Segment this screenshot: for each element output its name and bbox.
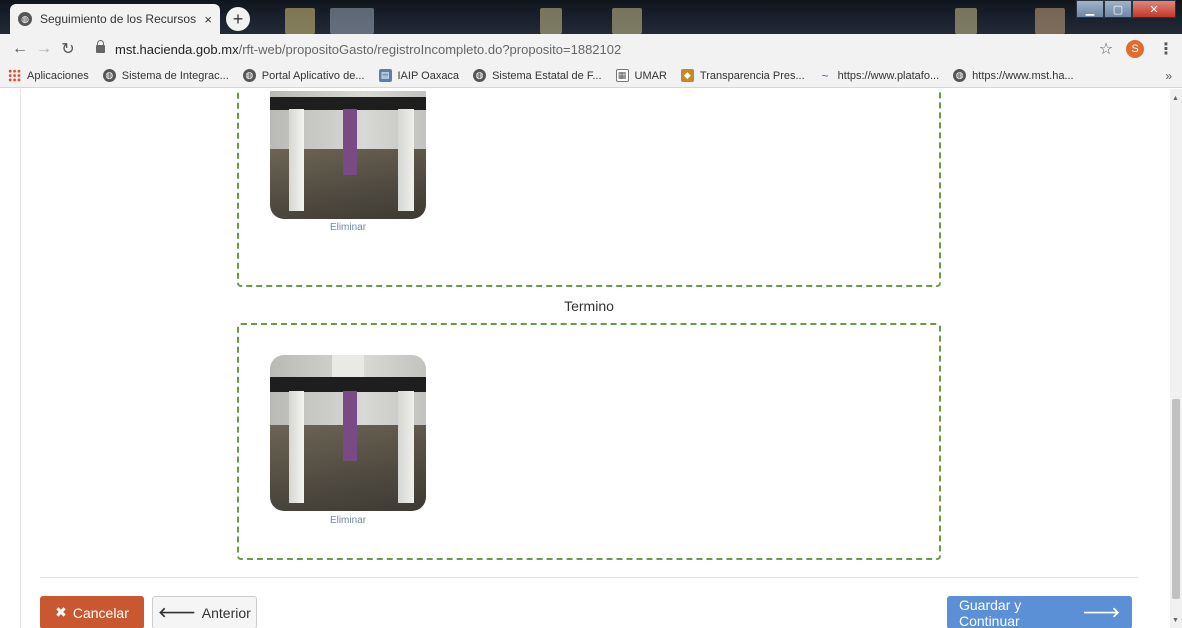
taskbar-thumbnail [955,8,977,34]
bookmark-label: Portal Aplicativo de... [261,69,365,82]
scroll-down-icon[interactable]: ▼ [1172,617,1179,624]
bookmark-item[interactable]: ◍ https://www.mst.ha... [953,69,1074,82]
browser-tab-active[interactable]: ◍ Seguimiento de los Recursos Fe × [10,4,220,34]
calendar-icon: ▦ [615,69,629,82]
globe-icon: ◍ [953,69,967,82]
back-arrow-icon[interactable]: ← [8,40,32,58]
swoosh-icon: ~ [821,68,829,83]
window-controls: ▁ ▢ ✕ [1076,0,1176,18]
url-input[interactable]: mst.hacienda.gob.mx/rft-web/propositoGas… [90,37,1094,61]
bookmark-item[interactable]: ▦ UMAR [615,69,667,82]
bookmark-item[interactable]: ▤ IAIP Oaxaca [378,69,460,82]
bookmark-label: Sistema de Integrac... [121,69,229,82]
window-close-icon[interactable]: ✕ [1132,0,1176,18]
apps-icon [8,69,21,82]
page-content: Eliminar Termino Eliminar ✖ Cancelar 🡐 A… [0,89,1170,628]
bookmark-label: Aplicaciones [27,69,89,82]
scrollbar-thumb[interactable] [1172,399,1180,599]
section-title-termino: Termino [564,298,614,314]
divider [20,89,21,628]
arrow-left-icon: 🡐 [158,604,196,620]
delete-photo-link[interactable]: Eliminar [270,222,426,233]
reload-icon[interactable]: ↻ [56,39,80,59]
bookmarks-bar: Aplicaciones ◍ Sistema de Integrac... ◍ … [0,64,1182,88]
cube-icon: ◆ [680,69,694,82]
bookmark-label: https://www.platafo... [837,69,940,82]
url-path: /rft-web/propositoGasto/registroIncomple… [238,41,622,57]
delete-photo-link[interactable]: Eliminar [270,515,426,526]
close-icon: ✖ [55,604,67,620]
globe-icon: ◍ [18,12,32,26]
bookmark-star-icon[interactable]: ☆ [1094,39,1118,59]
uploaded-photo [270,355,426,511]
bookmark-item[interactable]: ~ https://www.platafo... [819,68,940,83]
globe-icon: ◍ [102,69,116,82]
save-continue-button[interactable]: Guardar y Continuar 🡒 [947,596,1132,628]
arrow-right-icon: 🡒 [1082,604,1120,620]
scroll-up-icon[interactable]: ▲ [1172,95,1179,102]
taskbar-thumbnail [1035,8,1065,34]
maximize-icon[interactable]: ▢ [1104,0,1132,18]
taskbar-thumbnail [285,8,315,34]
bookmark-label: UMAR [634,69,667,82]
divider [40,577,1138,578]
taskbar-thumbnail [540,8,562,34]
doc-icon: ▤ [378,69,392,82]
bookmark-label: IAIP Oaxaca [397,69,460,82]
save-continue-button-label: Guardar y Continuar [959,596,1022,628]
url-host: mst.hacienda.gob.mx [115,41,239,57]
bookmark-item[interactable]: ◍ Portal Aplicativo de... [242,69,365,82]
bookmark-item[interactable]: ◍ Sistema de Integrac... [102,69,229,82]
tab-title: Seguimiento de los Recursos Fe [40,12,199,26]
bookmark-item[interactable]: ◍ Sistema Estatal de F... [473,69,602,82]
bookmark-item[interactable]: ◆ Transparencia Pres... [680,69,805,82]
upload-box-inicio: Eliminar [237,89,941,287]
bookmark-label: https://www.mst.ha... [972,69,1074,82]
cancel-button[interactable]: ✖ Cancelar [40,596,144,628]
browser-titlebar: ◍ Seguimiento de los Recursos Fe × + ▁ ▢… [0,0,1182,34]
cancel-button-label: Cancelar [72,604,129,621]
bookmark-label: Transparencia Pres... [699,69,805,82]
menu-kebab-icon[interactable]: ⋮ [1158,39,1174,59]
taskbar-thumbnail [330,8,374,34]
minimize-icon[interactable]: ▁ [1076,0,1104,18]
lock-icon [96,40,105,53]
address-bar: ← → ↻ mst.hacienda.gob.mx/rft-web/propos… [0,34,1182,64]
bookmarks-more-icon[interactable]: » [1165,69,1172,83]
forward-arrow-icon[interactable]: → [32,40,56,58]
profile-avatar[interactable]: S [1126,40,1144,58]
vertical-scrollbar[interactable]: ▲ ▼ [1170,89,1182,628]
previous-button[interactable]: 🡐 Anterior [152,596,257,628]
previous-button-label: Anterior [201,604,251,621]
uploaded-photo [270,91,426,219]
bookmark-apps[interactable]: Aplicaciones [8,69,89,82]
new-tab-button[interactable]: + [226,7,250,31]
globe-icon: ◍ [473,69,487,82]
taskbar-thumbnail [612,8,642,34]
tab-close-icon[interactable]: × [204,12,212,27]
bookmark-label: Sistema Estatal de F... [492,69,602,82]
upload-box-termino: Eliminar [237,323,941,560]
globe-icon: ◍ [242,69,256,82]
